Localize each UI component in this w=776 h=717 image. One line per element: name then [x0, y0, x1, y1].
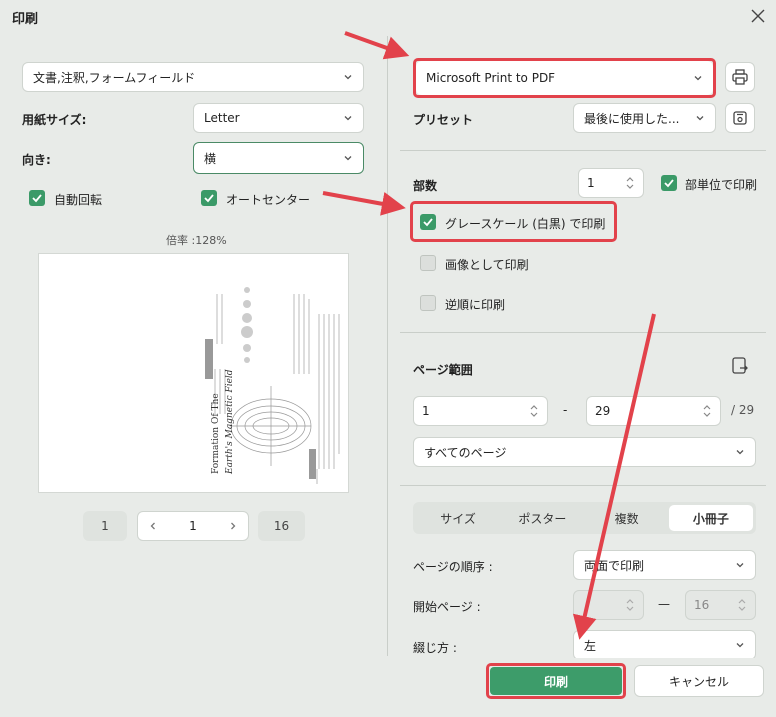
arrow-to-printer [344, 31, 410, 60]
arrow-to-print-button [572, 313, 656, 640]
arrow-to-grayscale [322, 191, 406, 216]
annotation-arrows [322, 31, 656, 640]
